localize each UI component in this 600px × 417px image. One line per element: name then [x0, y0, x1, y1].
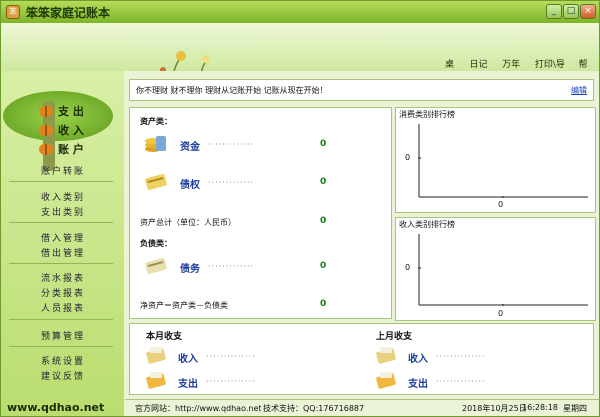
this-month-expense-label[interactable]: 支出 [178, 375, 198, 390]
status-support: 技术支持：QQ:176716887 [263, 404, 365, 413]
sidebar-divider [9, 263, 113, 264]
window-title: 笨笨家庭记账本 [26, 5, 111, 20]
butterfly-icon [39, 143, 53, 155]
total-assets-value: 0 [320, 216, 327, 226]
notice-text: 你不理财 财不理你 理财从记账开始 记账从现在开始！ [136, 85, 328, 95]
maximize-button[interactable]: □ [563, 4, 579, 19]
this-month-income-label[interactable]: 收入 [178, 350, 198, 365]
app-window: 笨 笨笨家庭记账本 _ □ × 桌面 日记本 万年历 打印\导出 帮助 支 出 [0, 0, 600, 417]
sidebar-item-lend-out[interactable]: 借出管理 [41, 246, 85, 259]
sidebar-item-account[interactable]: 账 户 [39, 141, 84, 157]
sidebar-item-feedback[interactable]: 建议反馈 [41, 369, 85, 382]
y-axis-tick: 0 [405, 153, 411, 162]
minimize-button[interactable]: _ [546, 4, 562, 19]
dotted-leader: ·············· [206, 377, 256, 386]
debt-label[interactable]: 债务 [180, 260, 200, 275]
butterfly-icon [39, 105, 53, 117]
app-logo-icon: 笨 [6, 5, 20, 19]
dotted-leader: ············· [208, 262, 255, 271]
expense-wallet-icon [146, 372, 166, 389]
sidebar-item-label: 收 入 [58, 124, 84, 137]
chart-title: 消费类别排行榜 [399, 110, 455, 119]
expense-ranking-chart: 消费类别排行榜 0 0 [395, 107, 596, 213]
sidebar-divider [9, 222, 113, 223]
y-axis-tick: 0 [405, 263, 411, 272]
credit-value: 0 [320, 177, 327, 187]
last-month-income-label[interactable]: 收入 [408, 350, 428, 365]
last-month-title: 上月收支 [376, 332, 413, 342]
sidebar-item-income-category[interactable]: 收入类别 [41, 190, 85, 203]
header-banner: 桌面 日记本 万年历 打印\导出 帮助 [1, 23, 599, 87]
credit-card-icon [145, 174, 167, 190]
sidebar-item-label: 支 出 [58, 105, 84, 118]
status-weekday: 星期四 [563, 404, 587, 413]
cash-label[interactable]: 资金 [180, 138, 200, 153]
sidebar-item-flow-report[interactable]: 流水报表 [41, 271, 85, 284]
butterfly-icon [39, 124, 53, 136]
assets-panel: 资产类： 资金 ············· 0 债权 ·············… [129, 107, 392, 319]
income-ranking-chart: 收入类别排行榜 0 0 [395, 217, 596, 321]
main-panel: 你不理财 财不理你 理财从记账开始 记账从现在开始！ 编辑 资产类： 资金 ··… [125, 71, 599, 399]
last-month-expense-label[interactable]: 支出 [408, 375, 428, 390]
status-time: 16:28:18 [522, 403, 558, 412]
dotted-leader: ············· [208, 140, 255, 149]
sidebar-divider [9, 181, 113, 182]
sidebar-item-expense-category[interactable]: 支出类别 [41, 205, 85, 218]
monthly-summary-panel: 本月收支 上月收支 收入 ·············· 支出 ·········… [129, 323, 594, 395]
dotted-leader: ·············· [206, 352, 256, 361]
sidebar-item-member-report[interactable]: 人员报表 [41, 301, 85, 314]
sidebar-item-income[interactable]: 收 入 [39, 122, 84, 138]
title-bar: 笨 笨笨家庭记账本 _ □ × [1, 1, 599, 23]
coins-icon [145, 136, 166, 152]
chart-title: 收入类别排行榜 [399, 220, 455, 229]
dotted-leader: ·············· [436, 352, 486, 361]
sidebar-item-budget[interactable]: 预算管理 [41, 329, 85, 342]
debt-card-icon [145, 258, 167, 274]
website-label: www.qdhao.net [7, 401, 105, 414]
x-axis-tick: 0 [498, 309, 504, 318]
status-bar: 官方网站：http://www.qdhao.net 技术支持：QQ:176716… [125, 399, 599, 416]
x-axis-tick: 0 [498, 200, 504, 209]
sidebar-item-borrow-in[interactable]: 借入管理 [41, 231, 85, 244]
sidebar-item-label: 账 户 [58, 143, 84, 156]
debt-value: 0 [320, 261, 327, 271]
liabilities-section-title: 负债类： [140, 239, 172, 248]
sidebar-divider [9, 346, 113, 347]
close-button[interactable]: × [580, 4, 596, 19]
assets-section-title: 资产类： [140, 117, 172, 126]
total-assets-label: 资产总计（单位：人民币） [140, 218, 236, 227]
this-month-title: 本月收支 [146, 332, 183, 342]
income-wallet-icon [146, 347, 166, 364]
net-assets-label: 净资产＝资产类－负债类 [140, 301, 228, 310]
credit-label[interactable]: 债权 [180, 176, 200, 191]
notice-bar: 你不理财 财不理你 理财从记账开始 记账从现在开始！ 编辑 [129, 79, 594, 101]
expense-wallet-icon [376, 372, 396, 389]
edit-link[interactable]: 编辑 [571, 85, 587, 96]
status-date: 2018年10月25日 [462, 404, 527, 413]
sidebar-item-category-report[interactable]: 分类报表 [41, 286, 85, 299]
sidebar-item-settings[interactable]: 系统设置 [41, 354, 85, 367]
sidebar: 支 出 收 入 账 户 账户转账 收入类别 支出类别 借入管理 借出管理 流水报… [1, 71, 124, 416]
sidebar-divider [9, 319, 113, 320]
dotted-leader: ·············· [436, 377, 486, 386]
status-website: 官方网站：http://www.qdhao.net [135, 404, 262, 413]
plot-area [418, 124, 588, 198]
net-assets-value: 0 [320, 299, 327, 309]
plot-area [418, 234, 588, 306]
sidebar-item-transfer[interactable]: 账户转账 [41, 164, 85, 177]
income-wallet-icon [376, 347, 396, 364]
cash-value: 0 [320, 139, 327, 149]
dotted-leader: ············· [208, 178, 255, 187]
sidebar-item-expense[interactable]: 支 出 [39, 103, 84, 119]
